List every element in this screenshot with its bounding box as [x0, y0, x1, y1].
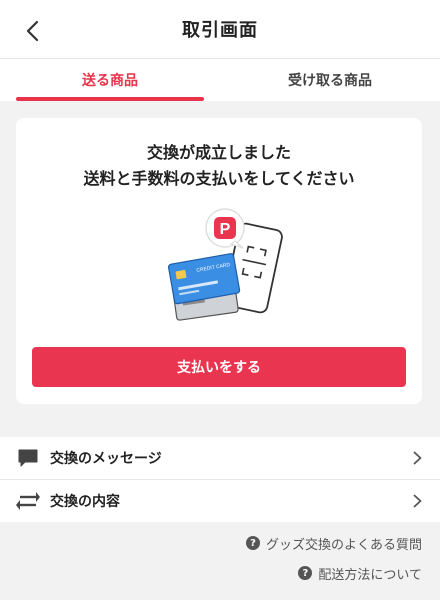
tab-bar: 送る商品 受け取る商品 — [0, 59, 440, 101]
chat-bubble-icon — [16, 446, 40, 470]
tab-label: 送る商品 — [82, 73, 138, 89]
help-link-label: 配送方法について — [318, 567, 422, 583]
payment-card: 交換が成立しました 送料と手数料の支払いをしてください P CREDIT CAR… — [16, 118, 422, 404]
tab-send-items[interactable]: 送る商品 — [0, 59, 220, 101]
menu-list: 交換のメッセージ 交換の内容 — [0, 437, 440, 522]
swap-arrows-icon — [16, 489, 40, 513]
shipping-info-link[interactable]: ? 配送方法について — [246, 562, 422, 584]
paypay-badge-icon: P — [205, 208, 245, 249]
back-button[interactable] — [18, 17, 46, 45]
message-line-2: 送料と手数料の支払いをしてください — [83, 169, 355, 188]
tab-label: 受け取る商品 — [288, 73, 372, 89]
list-item-messages[interactable]: 交換のメッセージ — [0, 437, 440, 480]
active-tab-indicator — [16, 97, 204, 101]
pay-button[interactable]: 支払いをする — [32, 347, 406, 387]
question-circle-icon: ? — [298, 566, 313, 580]
payment-illustration: P CREDIT CARD — [167, 208, 283, 321]
page-title: 取引画面 — [182, 20, 258, 41]
message-line-1: 交換が成立しました — [146, 143, 291, 162]
header-bar: 取引画面 — [0, 0, 440, 59]
list-item-label: 交換の内容 — [50, 494, 120, 510]
list-item-label: 交換のメッセージ — [50, 451, 162, 467]
chevron-right-icon — [413, 494, 422, 508]
svg-text:P: P — [220, 221, 231, 238]
help-link-label: グッズ交換のよくある質問 — [265, 537, 422, 553]
help-links: ? グッズ交換のよくある質問 ? 配送方法について — [245, 532, 422, 592]
list-item-details[interactable]: 交換の内容 — [0, 480, 440, 522]
question-circle-icon: ? — [245, 536, 260, 550]
tab-receive-items[interactable]: 受け取る商品 — [220, 59, 440, 101]
chevron-right-icon — [413, 451, 422, 465]
status-message: 交換が成立しました 送料と手数料の支払いをしてください — [16, 140, 422, 192]
chevron-left-icon — [26, 20, 39, 42]
faq-link[interactable]: ? グッズ交換のよくある質問 — [245, 532, 422, 554]
